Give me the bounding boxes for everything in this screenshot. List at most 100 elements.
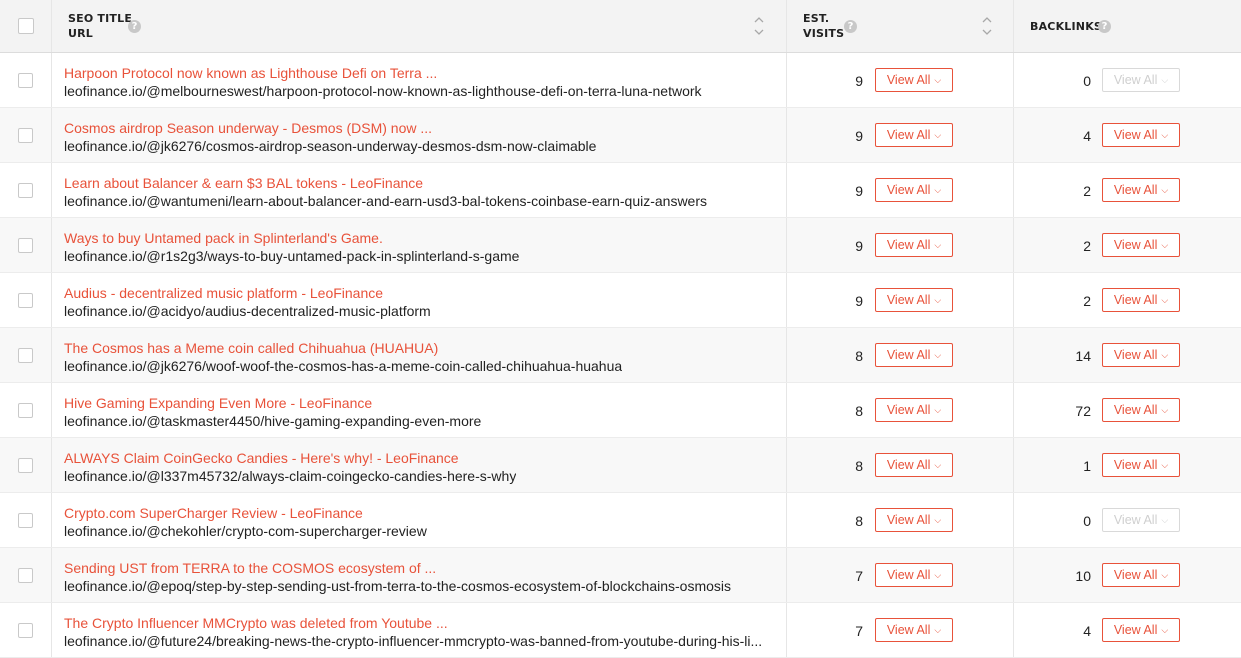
backlinks-value: 4: [1083, 623, 1091, 639]
row-checkbox[interactable]: [18, 292, 33, 308]
backlinks-value: 10: [1075, 568, 1091, 584]
url-heading: URL: [68, 27, 94, 40]
sort-arrows-icon[interactable]: [981, 14, 993, 38]
view-all-label: View All: [1113, 293, 1158, 307]
chevron-down-icon: ⌵: [1161, 129, 1169, 140]
est-visits-heading: EST. VISITS: [803, 11, 844, 41]
view-all-label: View All: [1113, 403, 1158, 417]
seo-title-link[interactable]: The Crypto Influencer MMCrypto was delet…: [64, 615, 448, 631]
chevron-down-icon: ⌵: [1161, 514, 1169, 525]
page-url: leofinance.io/@chekohler/crypto-com-supe…: [64, 523, 427, 539]
seo-title-link[interactable]: The Cosmos has a Meme coin called Chihua…: [64, 340, 438, 356]
backlinks-view-all-button[interactable]: View All ⌵: [1102, 123, 1180, 147]
visits-cell: 8 View All ⌵: [787, 328, 1014, 382]
backlinks-value: 14: [1075, 348, 1091, 364]
seo-title-link[interactable]: Harpoon Protocol now known as Lighthouse…: [64, 65, 437, 81]
table-row: Ways to buy Untamed pack in Splinterland…: [0, 218, 1241, 273]
row-checkbox[interactable]: [18, 72, 33, 88]
visits-view-all-button[interactable]: View All ⌵: [875, 343, 953, 367]
help-icon[interactable]: ?: [128, 20, 141, 33]
row-checkbox[interactable]: [18, 402, 33, 418]
table-row: ALWAYS Claim CoinGecko Candies - Here's …: [0, 438, 1241, 493]
backlinks-cell: 4 View All ⌵: [1014, 108, 1241, 162]
visits-view-all-button[interactable]: View All ⌵: [875, 233, 953, 257]
backlinks-cell: 10 View All ⌵: [1014, 548, 1241, 602]
backlinks-value: 72: [1075, 403, 1091, 419]
row-select-cell: [0, 328, 52, 382]
row-checkbox[interactable]: [18, 347, 33, 363]
header-seo-title-cell: SEO TITLE URL ?: [52, 0, 787, 52]
row-checkbox[interactable]: [18, 237, 33, 253]
visits-cell: 9 View All ⌵: [787, 53, 1014, 107]
visits-cell: 8 View All ⌵: [787, 383, 1014, 437]
visits-view-all-button[interactable]: View All ⌵: [875, 68, 953, 92]
row-select-cell: [0, 438, 52, 492]
seo-pages-table: SEO TITLE URL ? EST. VISITS ? BACKLINKS …: [0, 0, 1241, 658]
table-row: Cosmos airdrop Season underway - Desmos …: [0, 108, 1241, 163]
seo-title-link[interactable]: Hive Gaming Expanding Even More - LeoFin…: [64, 395, 372, 411]
seo-title-cell: Audius - decentralized music platform - …: [52, 273, 787, 327]
seo-title-link[interactable]: Audius - decentralized music platform - …: [64, 285, 383, 301]
chevron-down-icon: ⌵: [934, 184, 942, 195]
chevron-down-icon: ⌵: [1161, 569, 1169, 580]
visits-cell: 9 View All ⌵: [787, 163, 1014, 217]
visits-value: 8: [855, 513, 863, 529]
view-all-label: View All: [1113, 568, 1158, 582]
seo-title-cell: Learn about Balancer & earn $3 BAL token…: [52, 163, 787, 217]
view-all-label: View All: [1113, 238, 1158, 252]
table-header: SEO TITLE URL ? EST. VISITS ? BACKLINKS …: [0, 0, 1241, 53]
seo-title-link[interactable]: ALWAYS Claim CoinGecko Candies - Here's …: [64, 450, 459, 466]
visits-value: 8: [855, 403, 863, 419]
backlinks-view-all-button[interactable]: View All ⌵: [1102, 343, 1180, 367]
table-row: Harpoon Protocol now known as Lighthouse…: [0, 53, 1241, 108]
visits-view-all-button[interactable]: View All ⌵: [875, 398, 953, 422]
seo-title-cell: The Cosmos has a Meme coin called Chihua…: [52, 328, 787, 382]
visits-value: 7: [855, 623, 863, 639]
visits-view-all-button[interactable]: View All ⌵: [875, 508, 953, 532]
row-checkbox[interactable]: [18, 182, 33, 198]
row-checkbox[interactable]: [18, 512, 33, 528]
seo-title-link[interactable]: Crypto.com SuperCharger Review - LeoFina…: [64, 505, 363, 521]
backlinks-view-all-button[interactable]: View All ⌵: [1102, 563, 1180, 587]
help-icon[interactable]: ?: [844, 20, 857, 33]
visits-view-all-button[interactable]: View All ⌵: [875, 563, 953, 587]
visits-view-all-button[interactable]: View All ⌵: [875, 288, 953, 312]
visits-cell: 8 View All ⌵: [787, 438, 1014, 492]
backlinks-view-all-button[interactable]: View All ⌵: [1102, 178, 1180, 202]
row-checkbox[interactable]: [18, 457, 33, 473]
row-select-cell: [0, 218, 52, 272]
view-all-label: View All: [886, 128, 931, 142]
view-all-label: View All: [886, 183, 931, 197]
seo-title-link[interactable]: Ways to buy Untamed pack in Splinterland…: [64, 230, 383, 246]
view-all-label: View All: [886, 403, 931, 417]
page-url: leofinance.io/@future24/breaking-news-th…: [64, 633, 763, 649]
help-icon[interactable]: ?: [1098, 20, 1111, 33]
select-all-checkbox[interactable]: [17, 18, 34, 34]
visits-view-all-button[interactable]: View All ⌵: [875, 618, 953, 642]
backlinks-view-all-button[interactable]: View All ⌵: [1102, 453, 1180, 477]
seo-title-link[interactable]: Learn about Balancer & earn $3 BAL token…: [64, 175, 423, 191]
view-all-label: View All: [886, 568, 931, 582]
backlinks-view-all-button[interactable]: View All ⌵: [1102, 398, 1180, 422]
seo-title-cell: Sending UST from TERRA to the COSMOS eco…: [52, 548, 787, 602]
backlinks-value: 2: [1083, 293, 1091, 309]
backlinks-view-all-button[interactable]: View All ⌵: [1102, 288, 1180, 312]
sort-arrows-icon[interactable]: [753, 14, 765, 38]
row-checkbox[interactable]: [18, 127, 33, 143]
seo-title-link[interactable]: Sending UST from TERRA to the COSMOS eco…: [64, 560, 436, 576]
backlinks-cell: 0 View All ⌵: [1014, 493, 1241, 547]
visits-view-all-button[interactable]: View All ⌵: [875, 178, 953, 202]
row-checkbox[interactable]: [18, 567, 33, 583]
visits-view-all-button[interactable]: View All ⌵: [875, 123, 953, 147]
table-row: Learn about Balancer & earn $3 BAL token…: [0, 163, 1241, 218]
seo-title-cell: Cosmos airdrop Season underway - Desmos …: [52, 108, 787, 162]
view-all-label: View All: [886, 238, 931, 252]
backlinks-view-all-button[interactable]: View All ⌵: [1102, 618, 1180, 642]
backlinks-cell: 1 View All ⌵: [1014, 438, 1241, 492]
page-url: leofinance.io/@taskmaster4450/hive-gamin…: [64, 413, 482, 429]
visits-view-all-button[interactable]: View All ⌵: [875, 453, 953, 477]
row-checkbox[interactable]: [18, 622, 33, 638]
page-url: leofinance.io/@melbourneswest/harpoon-pr…: [64, 83, 702, 99]
seo-title-link[interactable]: Cosmos airdrop Season underway - Desmos …: [64, 120, 432, 136]
backlinks-view-all-button[interactable]: View All ⌵: [1102, 233, 1180, 257]
